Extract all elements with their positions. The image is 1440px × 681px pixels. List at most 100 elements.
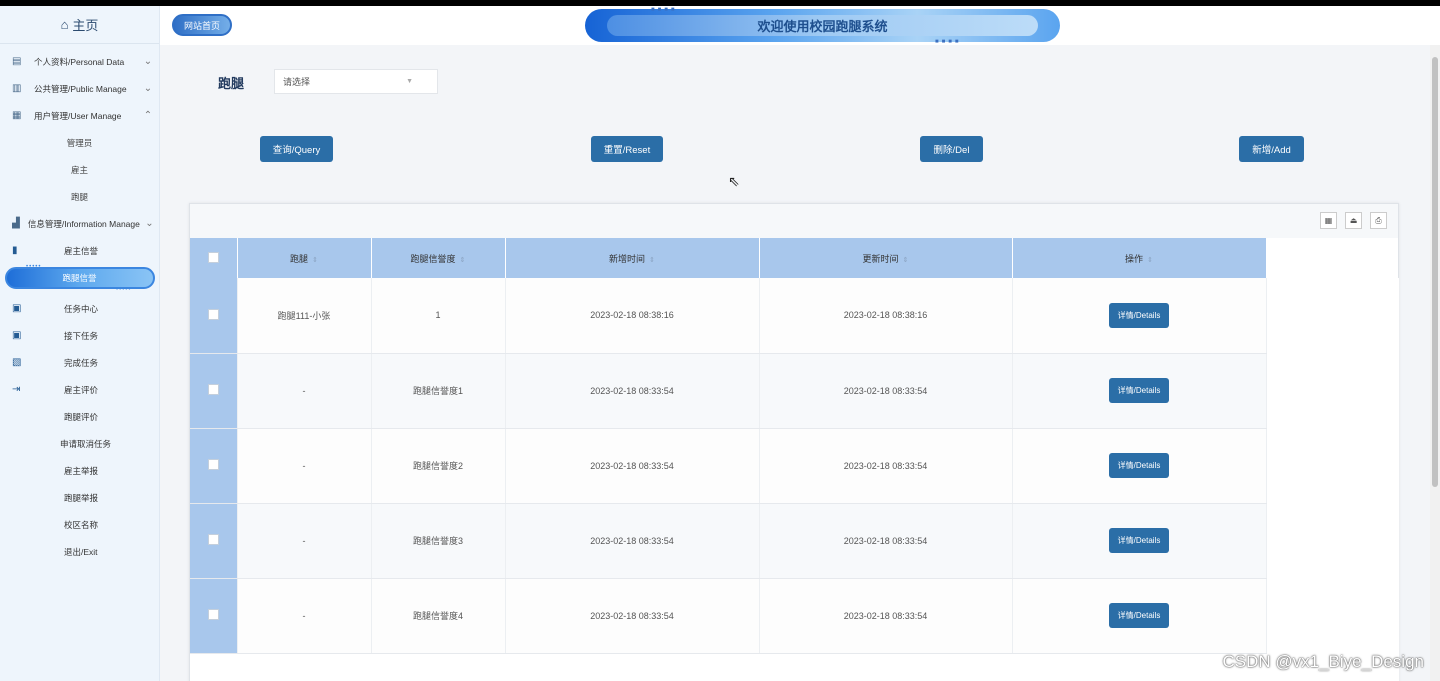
table-row: - 跑腿信誉度1 2023-02-18 08:33:54 2023-02-18 … bbox=[190, 353, 1267, 429]
group-label: 用户管理/User Manage bbox=[34, 110, 122, 121]
sidebar-group-info[interactable]: ▟ 信息管理/Information Manage ⌄ bbox=[0, 210, 159, 237]
row-select-cell[interactable] bbox=[190, 578, 238, 654]
cell-updated: 2023-02-18 08:33:54 bbox=[759, 578, 1013, 654]
col-action[interactable]: 操作 ⇕ bbox=[1012, 238, 1267, 278]
sidebar-item-complete-task[interactable]: ▧ 完成任务 bbox=[0, 349, 159, 376]
sidebar-menu: ▤ 个人资料/Personal Data ⌄ ▥ 公共管理/Public Man… bbox=[0, 48, 159, 565]
sidebar-group-users[interactable]: ▦ 用户管理/User Manage ⌃ bbox=[0, 102, 159, 129]
sort-icon: ⇕ bbox=[459, 256, 466, 264]
sort-icon: ⇕ bbox=[312, 256, 318, 264]
decor-dots: ••••• bbox=[116, 287, 132, 293]
sidebar-item-cancel-task[interactable]: 申请取消任务 bbox=[0, 430, 159, 457]
item-label: 雇主举报 bbox=[64, 465, 99, 476]
query-button[interactable]: 查询/Query bbox=[260, 136, 333, 162]
cell-action: 详情/Details bbox=[1012, 278, 1267, 354]
users-icon: ▦ bbox=[12, 110, 22, 121]
row-select-cell[interactable] bbox=[190, 278, 238, 354]
table-row: - 跑腿信誉度2 2023-02-18 08:33:54 2023-02-18 … bbox=[190, 428, 1267, 504]
runner-select[interactable]: 请选择 ▼ bbox=[274, 69, 438, 94]
watermark: CSDN @vx1_Biye_Design bbox=[1222, 652, 1424, 671]
book-icon: ▧ bbox=[12, 357, 22, 368]
calendar-icon: ▣ bbox=[12, 303, 22, 314]
scrollbar-thumb[interactable] bbox=[1432, 57, 1438, 487]
table-toolbar: ▦ ⏏ ⎙ bbox=[190, 204, 1398, 238]
row-select-cell[interactable] bbox=[190, 353, 238, 429]
cell-credit: 1 bbox=[371, 278, 506, 354]
row-checkbox[interactable] bbox=[207, 308, 219, 320]
item-label: 雇主信誉 bbox=[64, 245, 99, 256]
delete-button[interactable]: 删除/Del bbox=[920, 136, 983, 162]
details-button[interactable]: 详情/Details bbox=[1109, 528, 1169, 553]
sidebar-item-task-center[interactable]: ▣ 任务中心 bbox=[0, 295, 159, 322]
col-credit[interactable]: 跑腿信誉度 ⇕ bbox=[371, 238, 506, 278]
cell-created: 2023-02-18 08:33:54 bbox=[505, 578, 760, 654]
sidebar-item-employer-report[interactable]: 雇主举报 bbox=[0, 457, 159, 484]
item-label: 雇主评价 bbox=[64, 384, 99, 395]
home-label: 主页 bbox=[72, 18, 99, 33]
details-button[interactable]: 详情/Details bbox=[1109, 378, 1169, 403]
sidebar-item-employer-review[interactable]: ⇥ 雇主评价 bbox=[0, 376, 159, 403]
site-home-link[interactable]: 网站首页 bbox=[172, 14, 232, 36]
details-button[interactable]: 详情/Details bbox=[1109, 302, 1169, 328]
sidebar-item-exit[interactable]: 退出/Exit bbox=[0, 538, 159, 565]
cell-runner: - bbox=[237, 578, 372, 654]
cell-runner: - bbox=[237, 428, 372, 504]
col-updated[interactable]: 更新时间 ⇕ bbox=[759, 238, 1013, 278]
cell-runner: 跑腿111-小张 bbox=[237, 278, 372, 354]
data-table-panel: ▦ ⏏ ⎙ 跑腿 ⇕ 跑腿信誉度 ⇕ 新增时间 ⇕ 更新时间 ⇕ 操作 ⇕ 跑腿111-小… bbox=[189, 203, 1399, 681]
sidebar-home[interactable]: ⌂ 主页 bbox=[0, 6, 159, 44]
search-label: 跑腿 bbox=[218, 76, 245, 91]
decor-dots: ■■■■ bbox=[651, 7, 678, 13]
sidebar-item-accept-task[interactable]: ▣ 接下任务 bbox=[0, 322, 159, 349]
cell-action: 详情/Details bbox=[1012, 503, 1267, 579]
chart-icon: ▟ bbox=[12, 218, 20, 229]
cell-created: 2023-02-18 08:33:54 bbox=[505, 428, 760, 504]
columns-icon[interactable]: ▦ bbox=[1320, 212, 1337, 229]
sidebar-group-personal[interactable]: ▤ 个人资料/Personal Data ⌄ bbox=[0, 48, 159, 75]
bookmark-icon: ▮ bbox=[12, 245, 18, 256]
details-button[interactable]: 详情/Details bbox=[1109, 603, 1169, 628]
row-select-cell[interactable] bbox=[190, 503, 238, 579]
cell-action: 详情/Details bbox=[1012, 428, 1267, 504]
cell-updated: 2023-02-18 08:33:54 bbox=[759, 428, 1013, 504]
add-button[interactable]: 新增/Add bbox=[1239, 136, 1304, 162]
chevron-down-icon: ⌄ bbox=[145, 218, 154, 229]
cell-credit: 跑腿信誉度1 bbox=[371, 353, 506, 429]
sidebar-item-campus[interactable]: 校区名称 bbox=[0, 511, 159, 538]
reset-button[interactable]: 重置/Reset bbox=[591, 136, 663, 162]
row-checkbox[interactable] bbox=[207, 534, 219, 545]
doc-icon: ▤ bbox=[12, 56, 22, 67]
sidebar-item-runner-review[interactable]: 跑腿评价 bbox=[0, 403, 159, 430]
col-label: 更新时间 bbox=[862, 253, 899, 264]
vertical-scrollbar[interactable] bbox=[1430, 45, 1440, 681]
print-icon[interactable]: ⎙ bbox=[1370, 212, 1387, 229]
cell-created: 2023-02-18 08:33:54 bbox=[505, 353, 760, 429]
group-label: 个人资料/Personal Data bbox=[34, 56, 125, 67]
sidebar-item-admin[interactable]: 管理员 bbox=[0, 129, 159, 156]
col-runner[interactable]: 跑腿 ⇕ bbox=[237, 238, 372, 278]
sidebar-group-public[interactable]: ▥ 公共管理/Public Manage ⌄ bbox=[0, 75, 159, 102]
sidebar-item-runner-report[interactable]: 跑腿举报 bbox=[0, 484, 159, 511]
export-icon[interactable]: ⏏ bbox=[1345, 212, 1362, 229]
clipboard-icon: ▥ bbox=[12, 83, 22, 94]
select-all-checkbox[interactable] bbox=[207, 251, 219, 263]
row-checkbox[interactable] bbox=[207, 384, 219, 395]
row-checkbox[interactable] bbox=[207, 609, 219, 620]
details-button[interactable]: 详情/Details bbox=[1109, 453, 1169, 478]
cell-created: 2023-02-18 08:38:16 bbox=[505, 278, 760, 354]
sort-icon: ⇕ bbox=[649, 256, 655, 264]
exit-icon: ⇥ bbox=[12, 384, 21, 395]
sidebar-item-employer[interactable]: 雇主 bbox=[0, 156, 159, 183]
sidebar-item-employer-credit[interactable]: ▮ 雇主信誉 bbox=[0, 237, 159, 264]
cell-credit: 跑腿信誉度4 bbox=[371, 578, 506, 654]
col-created[interactable]: 新增时间 ⇕ bbox=[505, 238, 760, 278]
cell-credit: 跑腿信誉度2 bbox=[371, 428, 506, 504]
select-all-cell[interactable] bbox=[190, 238, 238, 278]
sidebar-item-runner[interactable]: 跑腿 bbox=[0, 183, 159, 210]
row-select-cell[interactable] bbox=[190, 428, 238, 504]
banner-title: 欢迎使用校园跑腿系统 bbox=[757, 19, 888, 34]
cell-runner: - bbox=[237, 353, 372, 429]
caret-down-icon: ▼ bbox=[406, 78, 413, 85]
row-checkbox[interactable] bbox=[207, 459, 219, 470]
sidebar-item-runner-credit[interactable]: ••••• 跑腿信誉 ••••• bbox=[0, 264, 159, 293]
